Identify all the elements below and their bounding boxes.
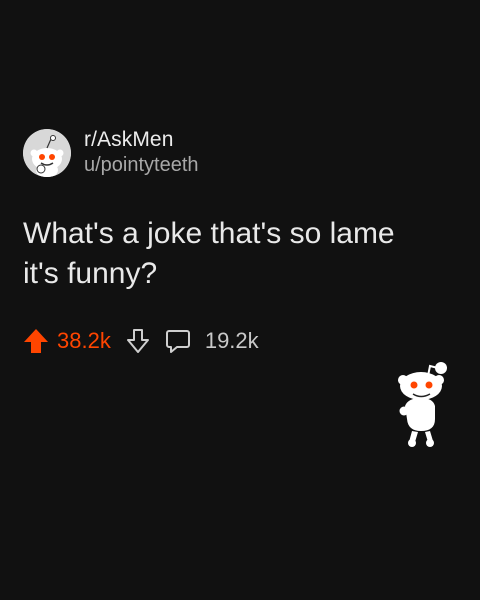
snoo-avatar-icon [23,128,71,177]
post-meta: r/AskMen u/pointyteeth [84,127,199,178]
comment-bubble-icon[interactable] [165,327,191,355]
author-username[interactable]: u/pointyteeth [84,153,199,178]
subreddit-avatar[interactable] [23,128,71,177]
post-title[interactable]: What's a joke that's so lame it's funny? [23,214,403,294]
upvote-arrow-icon[interactable] [23,327,49,355]
comment-count: 19.2k [204,328,259,353]
post-header: r/AskMen u/pointyteeth [23,127,453,178]
snoo-mascot-icon [394,358,450,448]
upvote-count: 38.2k [57,328,111,353]
post-actions: 38.2k 19.2k [23,326,453,356]
downvote-arrow-icon[interactable] [125,327,151,355]
post-card[interactable]: r/AskMen u/pointyteeth What's a joke tha… [23,127,453,356]
subreddit-name[interactable]: r/AskMen [84,127,199,153]
